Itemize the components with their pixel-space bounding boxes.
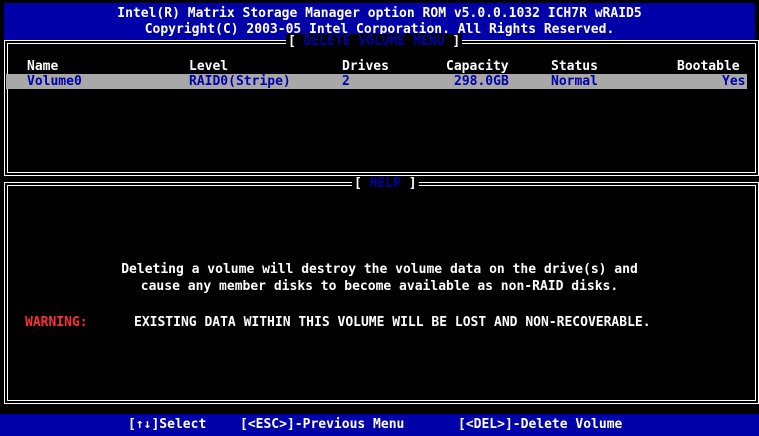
column-header-level: Level [189, 59, 229, 74]
help-line-2: cause any member disks to become availab… [140, 279, 619, 294]
help-title-text: HELP [369, 176, 401, 191]
help-line-1: Deleting a volume will destroy the volum… [121, 262, 638, 277]
key-help-bar: [↑↓]Select [<ESC>]-Previous Menu [<DEL>]… [0, 414, 759, 436]
volume-row-selected[interactable] [6, 74, 747, 89]
delete-volume-menu-title: [ DELETE VOLUME MENU ] [286, 34, 463, 49]
column-header-capacity: Capacity [446, 59, 509, 74]
column-header-status: Status [551, 59, 598, 74]
warning-text: EXISTING DATA WITHIN THIS VOLUME WILL BE… [134, 315, 651, 330]
previous-menu-key-hint: [<ESC>]-Previous Menu [240, 417, 405, 432]
volume-level: RAID0(Stripe) [189, 74, 291, 89]
volume-status: Normal [551, 74, 598, 89]
column-header-drives: Drives [342, 59, 389, 74]
help-title: [ HELP ] [352, 176, 419, 191]
select-key-hint: [↑↓]Select [128, 417, 207, 432]
volume-capacity: 298.0GB [454, 74, 509, 89]
warning-label: WARNING: [25, 315, 88, 330]
volume-bootable: Yes [722, 74, 746, 89]
delete-volume-menu-title-text: DELETE VOLUME MENU [303, 34, 445, 49]
header-title: Intel(R) Matrix Storage Manager option R… [117, 6, 642, 21]
delete-volume-key-hint: [<DEL>]-Delete Volume [458, 417, 623, 432]
column-header-bootable: Bootable [677, 59, 740, 74]
volume-drives: 2 [342, 74, 350, 89]
column-header-name: Name [27, 59, 59, 74]
volume-name: Volume0 [27, 74, 82, 89]
